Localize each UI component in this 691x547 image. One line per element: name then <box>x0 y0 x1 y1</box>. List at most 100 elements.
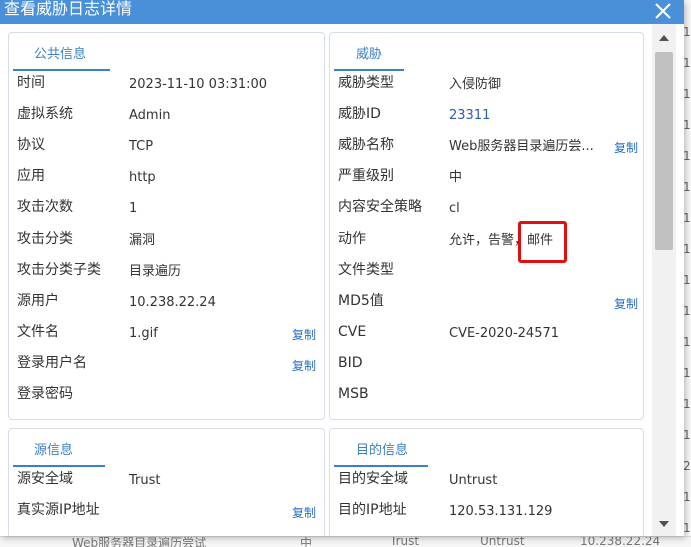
field-label: 威胁ID <box>338 106 381 123</box>
field-value: Admin <box>129 108 171 124</box>
field-label: 登录用户名 <box>17 354 87 371</box>
detail-row: 严重级别 中 <box>338 168 638 194</box>
field-label: CVE <box>338 323 367 340</box>
dialog-content: 公共信息 时间 2023-11-10 03:31:00 虚拟系统 Admin 协议 TCP… <box>0 24 652 536</box>
close-icon[interactable] <box>652 0 674 22</box>
field-value[interactable]: 23311 <box>449 103 490 129</box>
background-cell: Untrust <box>480 536 525 547</box>
dialog-titlebar: 查看威胁日志详情 <box>0 0 684 24</box>
detail-row: 威胁ID 23311 <box>338 106 638 132</box>
field-value: 入侵防御 <box>449 77 502 92</box>
field-value: CVE-2020-24571 <box>449 325 560 341</box>
field-value: 中 <box>449 170 463 186</box>
field-value: 目录遍历 <box>129 263 182 279</box>
field-value: Untrust <box>449 473 498 488</box>
field-value: 漏洞 <box>129 232 156 248</box>
scroll-down-icon[interactable] <box>658 518 670 530</box>
detail-row: 攻击分类 漏洞 <box>17 231 317 257</box>
detail-row: 源安全域 Trust <box>17 471 317 497</box>
field-label: 内容安全策略 <box>338 199 422 216</box>
detail-row: BID <box>338 355 638 381</box>
detail-row: 攻击分类子类 目录遍历 <box>17 262 317 288</box>
background-cell: 1. <box>683 87 691 101</box>
field-label: 严重级别 <box>338 168 394 185</box>
field-label: 攻击分类 <box>17 230 73 247</box>
field-label: 虚拟系统 <box>17 106 73 123</box>
detail-row: 登录密码 <box>17 386 317 412</box>
dialog-title: 查看威胁日志详情 <box>4 0 133 18</box>
detail-row: 真实源IP地址 复制 <box>17 502 317 528</box>
field-label: 威胁名称 <box>338 137 394 154</box>
copy-button[interactable]: 复制 <box>292 500 316 526</box>
field-label: 文件名 <box>17 323 59 340</box>
field-value: 1 <box>129 201 138 217</box>
detail-row: 威胁名称 Web服务器目录遍历尝... 复制 <box>338 137 638 163</box>
field-label: 真实源IP地址 <box>17 502 100 518</box>
field-label: 动作 <box>338 230 366 247</box>
field-value: Trust <box>129 473 161 488</box>
detail-row: 源用户 10.238.22.24 <box>17 293 317 319</box>
scrollbar-thumb[interactable] <box>655 52 673 250</box>
background-cell: 1. <box>683 118 691 132</box>
background-cell: Web服务器目录遍历尝试 <box>72 536 207 547</box>
detail-row: 目的安全域 Untrust <box>338 471 638 497</box>
highlight-box <box>518 221 567 263</box>
field-value: 120.53.131.129 <box>449 504 553 519</box>
detail-row: 内容安全策略 cl <box>338 199 638 225</box>
source-info-panel: 源信息 源安全域 Trust 真实源IP地址 复制 <box>8 428 325 536</box>
field-label: 源安全域 <box>17 471 73 487</box>
scroll-up-icon[interactable] <box>658 32 670 44</box>
background-cell: 10.238.22.24 <box>580 536 661 547</box>
field-value: Web服务器目录遍历尝... <box>449 139 594 155</box>
field-label: BID <box>338 354 363 371</box>
detail-row: 文件类型 <box>338 262 638 288</box>
public-info-panel: 公共信息 时间 2023-11-10 03:31:00 虚拟系统 Admin 协议 TCP… <box>8 32 325 420</box>
field-label: MD5值 <box>338 292 384 309</box>
field-label: 攻击分类子类 <box>17 261 101 278</box>
tab-public-info[interactable]: 公共信息 <box>34 43 86 62</box>
field-value: 1.gif <box>129 325 158 341</box>
field-value: 10.238.22.24 <box>129 294 216 310</box>
field-label: 文件类型 <box>338 261 394 278</box>
background-cell: 中 <box>300 536 313 547</box>
detail-row: 目的IP地址 120.53.131.129 <box>338 502 638 528</box>
tab-threat[interactable]: 威胁 <box>356 43 382 62</box>
dest-info-panel: 目的信息 目的安全域 Untrust 目的IP地址 120.53.131.129 <box>329 428 644 536</box>
field-label: 协议 <box>17 137 45 154</box>
background-cell: 1. <box>683 397 691 411</box>
background-cell: 1. <box>683 521 691 535</box>
field-label: 登录密码 <box>17 386 73 402</box>
background-cell: 1. <box>683 242 691 256</box>
background-cell: 1. <box>683 25 691 39</box>
field-label: 攻击次数 <box>17 199 73 216</box>
field-value: http <box>129 170 156 186</box>
background-cell: 1. <box>683 149 691 163</box>
detail-row: 登录用户名 复制 <box>17 355 317 381</box>
detail-row: 文件名 1.gif 复制 <box>17 324 317 350</box>
background-cell: 1. <box>683 273 691 287</box>
threat-panel: 威胁 威胁类型 入侵防御威胁ID 23311 威胁名称 Web服务器目录遍历尝... 复制… <box>329 32 644 420</box>
detail-row: 时间 2023-11-10 03:31:00 <box>17 75 317 101</box>
vertical-scrollbar[interactable] <box>652 24 676 536</box>
copy-button[interactable]: 复制 <box>614 291 638 317</box>
tab-source-info[interactable]: 源信息 <box>34 439 73 458</box>
copy-button[interactable]: 复制 <box>292 353 316 379</box>
background-cell: 1. <box>683 211 691 225</box>
field-value: cl <box>449 201 460 217</box>
background-cell: 1. <box>683 335 691 349</box>
detail-row: 动作 允许，告警，邮件 <box>338 231 638 257</box>
background-cell: 1. <box>683 366 691 380</box>
field-label: MSB <box>338 386 369 402</box>
field-label: 威胁类型 <box>338 75 394 91</box>
field-label: 时间 <box>17 75 45 91</box>
background-cell: 1. <box>683 56 691 70</box>
detail-row: MD5值 复制 <box>338 293 638 319</box>
tab-dest-info[interactable]: 目的信息 <box>356 439 408 458</box>
copy-button[interactable]: 复制 <box>292 322 316 348</box>
field-value: TCP <box>129 139 154 155</box>
field-value: 2023-11-10 03:31:00 <box>129 77 268 92</box>
field-label: 应用 <box>17 168 45 185</box>
detail-row: 虚拟系统 Admin <box>17 106 317 132</box>
detail-row: 攻击次数 1 <box>17 199 317 225</box>
copy-button[interactable]: 复制 <box>614 135 638 161</box>
